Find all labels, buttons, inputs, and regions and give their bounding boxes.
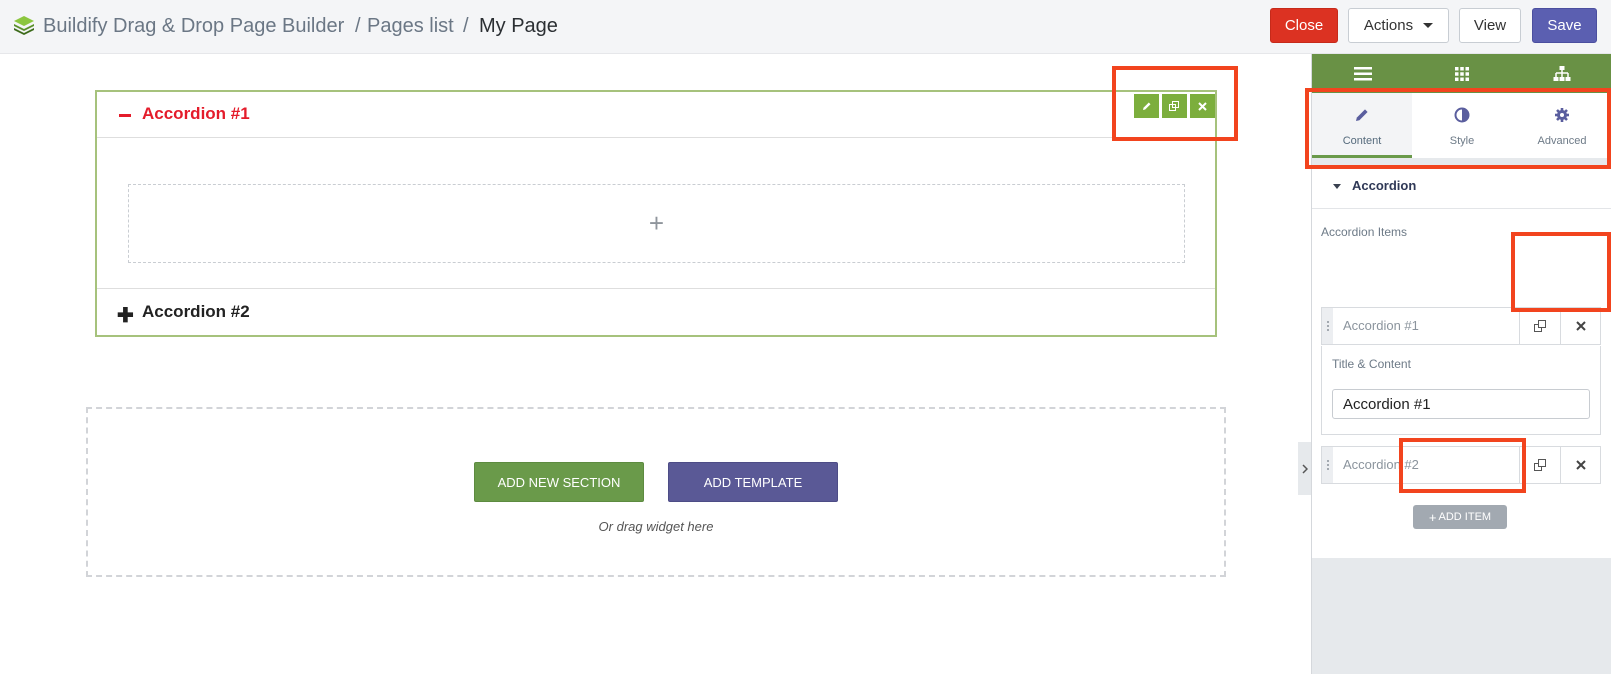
breadcrumb-separator: /	[463, 15, 469, 37]
close-button[interactable]: Close	[1270, 8, 1338, 43]
view-button[interactable]: View	[1459, 8, 1521, 43]
chevron-right-icon	[1301, 463, 1308, 474]
save-button[interactable]: Save	[1532, 8, 1597, 43]
minus-icon	[119, 114, 131, 117]
tab-label: Style	[1449, 135, 1475, 147]
remove-widget-button[interactable]	[1190, 94, 1215, 118]
accordion-item-title: Accordion #2	[142, 302, 250, 321]
repeater-item[interactable]: Accordion #1	[1321, 307, 1601, 345]
repeater-item[interactable]: Accordion #2	[1321, 446, 1601, 484]
duplicate-widget-button[interactable]	[1162, 94, 1187, 118]
buildify-logo-icon	[14, 16, 34, 35]
plus-icon: +	[648, 208, 665, 238]
hierarchy-icon[interactable]	[1551, 63, 1573, 85]
add-item-label: ADD ITEM	[1438, 511, 1492, 523]
menu-icon[interactable]	[1352, 63, 1374, 85]
plus-icon: +	[1428, 509, 1437, 525]
add-new-section-label: ADD NEW SECTION	[497, 474, 621, 490]
drag-widget-hint: Or drag widget here	[598, 519, 714, 534]
tab-advanced[interactable]: Advanced	[1512, 93, 1611, 158]
view-button-label: View	[1473, 17, 1507, 34]
duplicate-icon	[1533, 319, 1546, 332]
collapse-panel-button[interactable]	[1298, 442, 1311, 495]
panel-top-bar	[1312, 54, 1611, 93]
section-header[interactable]: Accordion	[1312, 165, 1611, 209]
repeater-item-title: Accordion #2	[1343, 457, 1419, 472]
tab-label: Advanced	[1537, 135, 1587, 147]
widget-toolbar	[1134, 94, 1215, 118]
accordion-item-title: Accordion #1	[142, 104, 250, 123]
accordion-item-header[interactable]: Accordion #1	[97, 92, 1215, 138]
breadcrumb-pages-list[interactable]: Pages list	[367, 15, 454, 38]
title-content-label: Title & Content	[1332, 357, 1411, 371]
section-title: Accordion	[1352, 178, 1417, 193]
app-title[interactable]: Buildify Drag & Drop Page Builder	[43, 15, 344, 38]
pencil-icon	[1142, 102, 1150, 110]
tab-label: Content	[1342, 135, 1382, 147]
close-icon	[1576, 321, 1586, 331]
add-widget-placeholder[interactable]: +	[128, 184, 1185, 263]
add-template-label: ADD TEMPLATE	[703, 474, 803, 490]
caret-down-icon	[1333, 184, 1341, 189]
plus-icon: ✚	[117, 305, 134, 327]
repeater-item-title: Accordion #1	[1343, 318, 1419, 333]
duplicate-item-button[interactable]	[1519, 447, 1560, 483]
add-new-section-button[interactable]: ADD NEW SECTION	[474, 462, 644, 502]
duplicate-icon	[1169, 100, 1179, 111]
close-button-label: Close	[1284, 17, 1324, 34]
top-bar: Buildify Drag & Drop Page Builder / Page…	[0, 0, 1611, 54]
remove-item-button[interactable]	[1560, 447, 1601, 483]
repeater-item-fields: Title & Content	[1321, 346, 1601, 435]
save-button-label: Save	[1547, 17, 1582, 34]
close-icon	[1576, 460, 1586, 470]
gear-icon	[1555, 108, 1569, 122]
breadcrumb-current-page: My Page	[479, 15, 558, 37]
accordion-widget[interactable]: Accordion #1 + ✚ Accordion #2	[95, 90, 1217, 337]
drag-handle-icon[interactable]	[1322, 308, 1333, 344]
add-template-button[interactable]: ADD TEMPLATE	[668, 462, 838, 502]
add-item-button[interactable]: + ADD ITEM	[1413, 505, 1507, 529]
drag-handle-icon[interactable]	[1322, 447, 1333, 483]
edit-widget-button[interactable]	[1134, 94, 1159, 118]
breadcrumb-separator: /	[355, 15, 361, 37]
grid-icon[interactable]	[1451, 63, 1473, 85]
tab-style[interactable]: Style	[1412, 93, 1512, 158]
item-title-input[interactable]	[1332, 389, 1590, 419]
actions-dropdown-button[interactable]: Actions	[1348, 8, 1449, 43]
actions-button-label: Actions	[1363, 17, 1414, 34]
close-icon	[1198, 101, 1207, 111]
pencil-icon	[1356, 109, 1368, 121]
contrast-icon	[1454, 107, 1470, 123]
remove-item-button[interactable]	[1560, 308, 1601, 344]
panel-tabs: Content Style Advanced	[1312, 93, 1611, 158]
caret-down-icon	[1423, 23, 1434, 28]
new-section-dropzone[interactable]	[86, 407, 1226, 577]
duplicate-item-button[interactable]	[1519, 308, 1560, 344]
accordion-item-header[interactable]: ✚ Accordion #2	[97, 288, 1215, 335]
duplicate-icon	[1533, 458, 1546, 471]
tab-content[interactable]: Content	[1312, 93, 1412, 158]
